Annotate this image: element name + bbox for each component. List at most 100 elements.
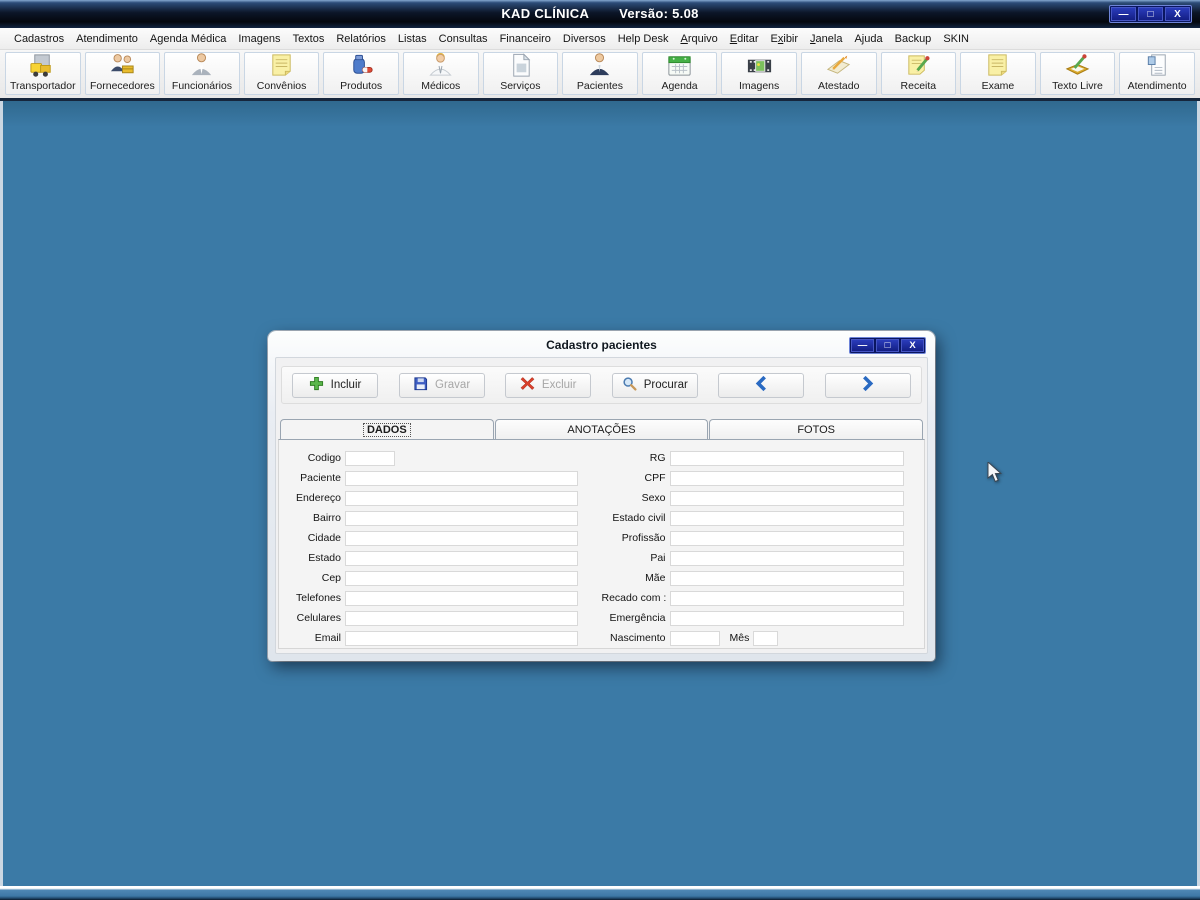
estado-label: Estado [279,552,341,564]
cidade-input[interactable] [345,531,578,546]
add-icon [309,376,324,394]
bairro-label: Bairro [279,512,341,524]
toolbar-button-funcionarios[interactable]: Funcionários [164,52,240,95]
next-button[interactable] [825,373,911,398]
cpf-label: CPF [602,472,666,484]
dialog-maximize-button[interactable]: □ [876,339,899,352]
menu-backup[interactable]: Backup [889,30,938,48]
celulares-input[interactable] [345,611,578,626]
endereco-input[interactable] [345,491,578,506]
menu-arquivo[interactable]: Arquivo [674,30,723,48]
sexo-input[interactable] [670,491,905,506]
toolbar-button-agenda[interactable]: Agenda [642,52,718,95]
field-row-estado-civil: Estado civil [602,508,925,528]
profissao-input[interactable] [670,531,905,546]
codigo-input[interactable] [345,451,395,466]
recado-com-input[interactable] [670,591,905,606]
field-row-pai: Pai [602,548,925,568]
dialog-minimize-button[interactable]: — [851,339,874,352]
doctor-icon [426,52,455,80]
paciente-input[interactable] [345,471,578,486]
mes-input[interactable] [753,631,778,646]
window-title: KAD CLÍNICAVersão: 5.08 [0,6,1200,21]
menu-exibir[interactable]: Exibir [765,30,805,48]
toolbar-button-texto-livre[interactable]: Texto Livre [1040,52,1116,95]
toolbar-button-atendimento[interactable]: Atendimento [1119,52,1195,95]
email-input[interactable] [345,631,578,646]
telefones-input[interactable] [345,591,578,606]
suppliers-icon [108,52,137,80]
menu-financeiro[interactable]: Financeiro [494,30,557,48]
procurar-button[interactable]: Procurar [612,373,698,398]
menu-cadastros[interactable]: Cadastros [8,30,70,48]
estado-civil-label: Estado civil [602,512,666,524]
maximize-button[interactable]: □ [1138,7,1163,21]
nascimento-input[interactable] [670,631,720,646]
bairro-input[interactable] [345,511,578,526]
toolbar-button-medicos[interactable]: Médicos [403,52,479,95]
cep-label: Cep [279,572,341,584]
patient-icon [585,52,614,80]
menu-skin[interactable]: SKIN [937,30,975,48]
menu-listas[interactable]: Listas [392,30,433,48]
dialog-toolbar: Incluir Gravar Excluir Procurar [281,366,922,404]
toolbar-button-receita[interactable]: Receita [881,52,957,95]
cidade-label: Cidade [279,532,341,544]
tab-anotacoes[interactable]: ANOTAÇÕES [495,419,709,439]
toolbar-button-convenios[interactable]: Convênios [244,52,320,95]
menu-atendimento[interactable]: Atendimento [70,30,144,48]
menu-ajuda[interactable]: Ajuda [848,30,888,48]
cep-input[interactable] [345,571,578,586]
toolbar-button-servicos[interactable]: Serviços [483,52,559,95]
toolbar-button-exame[interactable]: Exame [960,52,1036,95]
tab-label: DADOS [364,424,410,436]
menu-consultas[interactable]: Consultas [433,30,494,48]
minimize-button[interactable]: — [1111,7,1136,21]
previous-button[interactable] [718,373,804,398]
field-row-emergencia: Emergência [602,608,925,628]
toolbar-button-label: Produtos [340,80,382,92]
pai-input[interactable] [670,551,905,566]
emergencia-input[interactable] [670,611,905,626]
mae-input[interactable] [670,571,905,586]
gravar-button[interactable]: Gravar [399,373,485,398]
toolbar-button-produtos[interactable]: Produtos [323,52,399,95]
toolbar-button-transportador[interactable]: Transportador [5,52,81,95]
toolbar-button-label: Atestado [818,80,859,92]
close-button[interactable]: X [1165,7,1190,21]
menu-relatorios[interactable]: Relatórios [330,30,392,48]
tab-label: FOTOS [797,424,835,436]
excluir-button[interactable]: Excluir [505,373,591,398]
certificate-pencil-icon [824,52,853,80]
application-window: KAD CLÍNICAVersão: 5.08 — □ X CadastrosA… [0,0,1200,900]
rg-input[interactable] [670,451,905,466]
estado-input[interactable] [345,551,578,566]
toolbar-button-imagens[interactable]: Imagens [721,52,797,95]
chevron-left-icon [753,375,770,395]
menu-textos[interactable]: Textos [287,30,331,48]
search-icon [622,376,637,394]
toolbar-button-fornecedores[interactable]: Fornecedores [85,52,161,95]
incluir-button[interactable]: Incluir [292,373,378,398]
maximize-icon: □ [885,340,891,351]
dialog-cadastro-pacientes: Cadastro pacientes — □ X Incluir Gravar Ex… [268,331,935,661]
menu-imagens[interactable]: Imagens [232,30,286,48]
toolbar-button-label: Fornecedores [90,80,155,92]
menu-editar[interactable]: Editar [724,30,765,48]
tab-fotos[interactable]: FOTOS [709,419,923,439]
telefones-label: Telefones [279,592,341,604]
menu-help-desk[interactable]: Help Desk [612,30,675,48]
cpf-input[interactable] [670,471,905,486]
emergencia-label: Emergência [602,612,666,624]
menu-agenda-medica[interactable]: Agenda Médica [144,30,232,48]
menu-diversos[interactable]: Diversos [557,30,612,48]
menu-janela[interactable]: Janela [804,30,848,48]
main-toolbar: Transportador Fornecedores FuncionáriosCon… [0,50,1200,101]
estado-civil-input[interactable] [670,511,905,526]
tab-dados[interactable]: DADOS [280,419,494,439]
field-row-sexo: Sexo [602,488,925,508]
dialog-titlebar[interactable]: Cadastro pacientes — □ X [268,331,935,357]
dialog-close-button[interactable]: X [901,339,924,352]
toolbar-button-atestado[interactable]: Atestado [801,52,877,95]
toolbar-button-pacientes[interactable]: Pacientes [562,52,638,95]
